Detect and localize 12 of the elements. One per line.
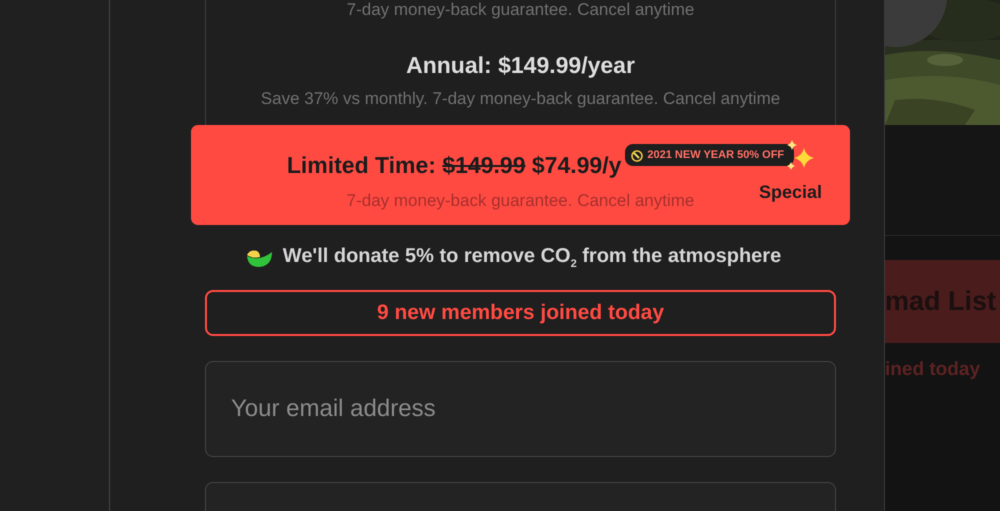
email-field[interactable]: Your email address <box>205 361 836 457</box>
plan-note: 7-day money-back guarantee. Cancel anytime <box>346 191 694 211</box>
banner-note: ined today <box>885 359 982 381</box>
special-label: Special <box>758 182 822 203</box>
plan-note: 7-day money-back guarantee. Cancel anytime <box>346 0 694 20</box>
plan-title: Annual: $149.99/year <box>405 52 636 79</box>
donation-note: We'll donate 5% to remove CO$_{2}$ from the atmosphere <box>282 245 782 270</box>
members-joined-banner: 9 new members joined today <box>205 290 836 336</box>
leaf-bowl-icon <box>246 248 273 268</box>
plan-note: Save 37% vs monthly. 7-day money-back guarantee. Cancel anytime <box>260 89 780 109</box>
promo-badge: 2021 NEW YEAR 50% OFF <box>625 144 794 166</box>
plan-title: Limited Time: $149.99 $74.99/y <box>286 152 622 179</box>
